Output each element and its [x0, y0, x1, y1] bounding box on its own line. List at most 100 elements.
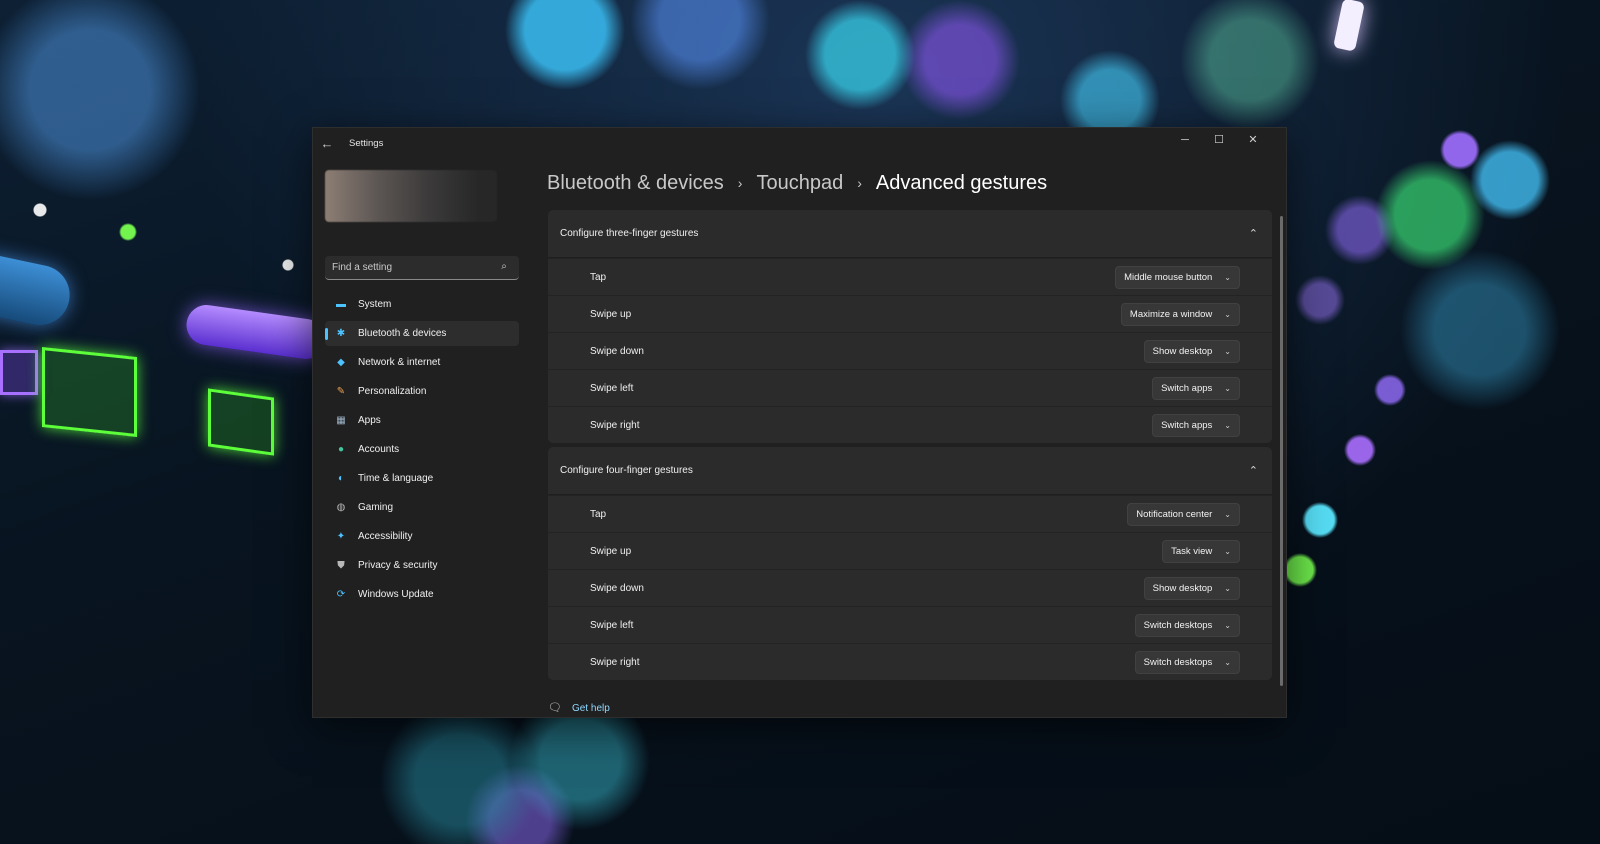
app-title: Settings — [349, 138, 384, 149]
sidebar-item-network-internet[interactable]: ◆ Network & internet — [325, 350, 519, 375]
gesture-action-dropdown[interactable]: Middle mouse button ⌄ — [1115, 266, 1240, 289]
sidebar-item-time-language[interactable]: ◐ Time & language — [325, 466, 519, 491]
sidebar-item-label: Network & internet — [358, 357, 441, 368]
breadcrumb-bluetooth-devices[interactable]: Bluetooth & devices — [547, 172, 724, 195]
chevron-down-icon: ⌄ — [1224, 584, 1231, 593]
chevron-down-icon: ⌄ — [1224, 510, 1231, 519]
help-icon: 🗨 — [548, 702, 562, 714]
bluetooth-icon: ✱ — [336, 327, 346, 339]
dropdown-value: Maximize a window — [1129, 309, 1213, 320]
chevron-down-icon: ⌄ — [1224, 547, 1231, 556]
group-title: Configure three-finger gestures — [560, 228, 699, 239]
update-icon: ⟳ — [336, 588, 346, 600]
gesture-action-dropdown[interactable]: Show desktop ⌄ — [1143, 577, 1240, 600]
chevron-down-icon: ⌄ — [1224, 421, 1231, 430]
dropdown-value: Notification center — [1136, 509, 1213, 520]
close-button[interactable]: ✕ — [1236, 130, 1270, 150]
group-header[interactable]: Configure three-finger gestures ⌃ — [548, 210, 1272, 258]
settings-window: ← Settings ─ ☐ ✕ ⌕ ▬ System ✱ Bluetooth & d… — [312, 127, 1287, 718]
sidebar-item-system[interactable]: ▬ System — [325, 292, 519, 317]
breadcrumb: Bluetooth & devices › Touchpad › Advance… — [547, 168, 1047, 198]
dropdown-value: Switch apps — [1161, 383, 1213, 394]
chevron-down-icon: ⌄ — [1224, 310, 1231, 319]
chevron-up-icon[interactable]: ⌃ — [1249, 227, 1258, 240]
controller-icon: ◍ — [336, 501, 346, 513]
dropdown-value: Show desktop — [1152, 346, 1213, 357]
sidebar-item-label: Bluetooth & devices — [358, 328, 447, 339]
sidebar-item-label: Gaming — [358, 502, 394, 513]
sidebar-item-label: Time & language — [358, 473, 434, 484]
gesture-action-dropdown[interactable]: Task view ⌄ — [1162, 540, 1240, 563]
gesture-row: Swipe down Show desktop ⌄ — [548, 332, 1272, 369]
sidebar-item-label: Windows Update — [358, 589, 434, 600]
sidebar-item-label: Accounts — [358, 444, 400, 455]
chevron-down-icon: ⌄ — [1224, 273, 1231, 282]
sidebar-item-bluetooth-devices[interactable]: ✱ Bluetooth & devices — [325, 321, 519, 346]
dropdown-value: Task view — [1171, 546, 1213, 557]
sidebar: ⌕ ▬ System ✱ Bluetooth & devices ◆ Network & … — [313, 160, 528, 717]
dropdown-value: Switch apps — [1161, 420, 1213, 431]
gesture-row: Tap Notification center ⌄ — [548, 495, 1272, 532]
breadcrumb-separator-icon: › — [737, 175, 743, 191]
group-header[interactable]: Configure four-finger gestures ⌃ — [548, 447, 1272, 495]
gesture-action-dropdown[interactable]: Switch apps ⌄ — [1152, 377, 1240, 400]
wifi-icon: ◆ — [337, 356, 345, 368]
chevron-down-icon: ⌄ — [1224, 384, 1231, 393]
wallpaper-green-cube — [208, 388, 274, 456]
apps-icon: ▦ — [336, 414, 346, 426]
sidebar-item-label: Privacy & security — [358, 560, 438, 571]
sidebar-item-accounts[interactable]: ● Accounts — [325, 437, 519, 462]
sidebar-item-label: Accessibility — [358, 531, 413, 542]
sidebar-item-label: Apps — [358, 415, 381, 426]
accounts-icon: ● — [337, 443, 345, 455]
sidebar-item-windows-update[interactable]: ⟳ Windows Update — [325, 582, 519, 607]
gesture-action-dropdown[interactable]: Switch desktops ⌄ — [1134, 651, 1240, 674]
gesture-row: Swipe left Switch apps ⌄ — [548, 369, 1272, 406]
chevron-down-icon: ⌄ — [1224, 347, 1231, 356]
user-avatar[interactable] — [325, 170, 497, 222]
maximize-button[interactable]: ☐ — [1202, 130, 1236, 150]
wallpaper-purple-cube — [0, 350, 38, 395]
dropdown-value: Switch desktops — [1143, 620, 1213, 631]
scrollbar[interactable] — [1280, 216, 1283, 686]
dropdown-value: Middle mouse button — [1124, 272, 1213, 283]
get-help-link[interactable]: 🗨 Get help — [548, 701, 610, 715]
breadcrumb-touchpad[interactable]: Touchpad — [756, 172, 843, 195]
back-arrow-icon[interactable]: ← — [317, 134, 337, 154]
four-finger-gestures-group: Configure four-finger gestures ⌃ Tap Notifi… — [548, 447, 1272, 680]
sidebar-item-privacy-security[interactable]: ⛊ Privacy & security — [325, 553, 519, 578]
gesture-action-dropdown[interactable]: Switch apps ⌄ — [1152, 414, 1240, 437]
breadcrumb-separator-icon: › — [857, 175, 862, 191]
get-help-label[interactable]: Get help — [572, 703, 610, 714]
page-title: Advanced gestures — [875, 171, 1048, 194]
shield-icon: ⛊ — [337, 559, 345, 571]
sidebar-item-apps[interactable]: ▦ Apps — [325, 408, 519, 433]
dropdown-value: Switch desktops — [1143, 657, 1213, 668]
sidebar-item-personalization[interactable]: ✎ Personalization — [325, 379, 519, 404]
gesture-row: Swipe up Task view ⌄ — [548, 532, 1272, 569]
gesture-row: Swipe down Show desktop ⌄ — [548, 569, 1272, 606]
wallpaper-green-cube — [42, 347, 137, 437]
gesture-row: Swipe left Switch desktops ⌄ — [548, 606, 1272, 643]
gesture-row: Swipe up Maximize a window ⌄ — [548, 295, 1272, 332]
sidebar-item-gaming[interactable]: ◍ Gaming — [325, 495, 519, 520]
gesture-action-dropdown[interactable]: Show desktop ⌄ — [1143, 340, 1240, 363]
gesture-action-dropdown[interactable]: Maximize a window ⌄ — [1120, 303, 1240, 326]
search-icon[interactable]: ⌕ — [497, 260, 511, 274]
globe-icon: ◐ — [337, 472, 345, 484]
title-bar: ← Settings ─ ☐ ✕ — [313, 128, 1286, 160]
minimize-button[interactable]: ─ — [1168, 130, 1202, 150]
gesture-row: Tap Middle mouse button ⌄ — [548, 258, 1272, 295]
gesture-action-dropdown[interactable]: Switch desktops ⌄ — [1134, 614, 1240, 637]
dropdown-value: Show desktop — [1152, 583, 1213, 594]
gesture-row: Swipe right Switch desktops ⌄ — [548, 643, 1272, 680]
sidebar-item-label: Personalization — [358, 386, 427, 397]
chevron-down-icon: ⌄ — [1224, 621, 1231, 630]
sidebar-item-accessibility[interactable]: ✦ Accessibility — [325, 524, 519, 549]
search-input[interactable] — [332, 256, 492, 279]
gesture-action-dropdown[interactable]: Notification center ⌄ — [1127, 503, 1240, 526]
search-box[interactable]: ⌕ — [325, 256, 519, 280]
chevron-up-icon[interactable]: ⌃ — [1249, 464, 1258, 477]
sidebar-nav: ▬ System ✱ Bluetooth & devices ◆ Network & in… — [325, 292, 519, 611]
gesture-row: Swipe right Switch apps ⌄ — [548, 406, 1272, 443]
